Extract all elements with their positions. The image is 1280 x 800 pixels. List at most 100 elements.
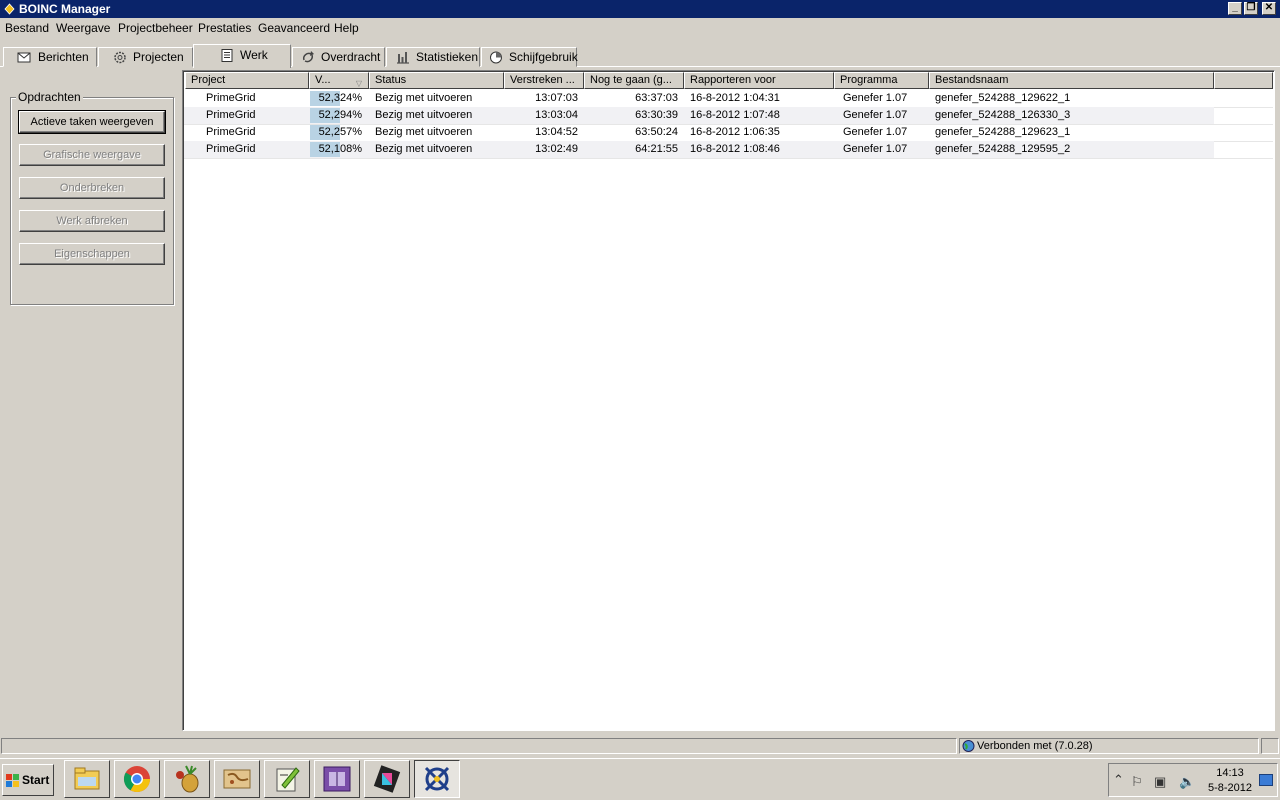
column-header-application[interactable]: Programma bbox=[834, 72, 929, 89]
taskbar-map-app[interactable] bbox=[214, 760, 260, 798]
close-icon: ✕ bbox=[1264, 2, 1274, 13]
column-header-project[interactable]: Project bbox=[185, 72, 309, 89]
column-header-name[interactable]: Bestandsnaam bbox=[929, 72, 1214, 89]
menu-bestand[interactable]: Bestand bbox=[5, 21, 49, 35]
envelope-icon bbox=[17, 52, 31, 63]
map-app-icon bbox=[223, 769, 251, 789]
menu-geavanceerd[interactable]: Geavanceerd bbox=[258, 21, 330, 35]
column-header-progress[interactable]: V... ▽ bbox=[309, 72, 369, 89]
tab-overdracht[interactable]: Overdracht bbox=[292, 47, 385, 67]
cell-status: Bezig met uitvoeren bbox=[375, 109, 473, 121]
tab-label: Projecten bbox=[133, 50, 184, 64]
row-gridline bbox=[184, 158, 1273, 159]
chevron-up-icon[interactable]: ⌃ bbox=[1113, 772, 1124, 788]
cell-status: Bezig met uitvoeren bbox=[375, 92, 473, 104]
cell-application: Genefer 1.07 bbox=[843, 92, 908, 104]
table-row[interactable]: PrimeGrid 52,257% Bezig met uitvoeren 13… bbox=[184, 124, 1214, 141]
network-icon[interactable]: ▣ bbox=[1154, 774, 1166, 790]
minimize-button[interactable]: _ bbox=[1228, 2, 1242, 15]
tab-schijfgebruik[interactable]: Schijfgebruik bbox=[481, 47, 578, 67]
connection-status-text: Verbonden met (7.0.28) bbox=[977, 740, 1093, 752]
explorer-icon bbox=[74, 767, 100, 790]
cpu-z-icon bbox=[323, 766, 351, 792]
notepad-plus-icon bbox=[276, 767, 300, 792]
tab-label: Werk bbox=[240, 48, 268, 62]
cell-application: Genefer 1.07 bbox=[843, 143, 908, 155]
cell-name: genefer_524288_126330_3 bbox=[935, 109, 1071, 121]
boinc-icon bbox=[424, 766, 450, 792]
chrome-icon bbox=[123, 766, 151, 793]
taskbar-color-app[interactable] bbox=[364, 760, 410, 798]
column-header-progress-label: V... bbox=[315, 74, 331, 86]
start-label: Start bbox=[22, 773, 50, 787]
menu-help[interactable]: Help bbox=[334, 21, 359, 35]
cell-project: PrimeGrid bbox=[206, 143, 256, 155]
menu-prestaties[interactable]: Prestaties bbox=[198, 21, 251, 35]
action-center-flag-icon[interactable]: ⚐ bbox=[1131, 774, 1143, 790]
menu-projectbeheer[interactable]: Projectbeheer bbox=[118, 21, 193, 35]
cell-elapsed: 13:03:04 bbox=[535, 109, 578, 121]
taskbar-boinc[interactable] bbox=[414, 760, 460, 798]
clock-time[interactable]: 14:13 bbox=[1212, 767, 1248, 779]
window-title: BOINC Manager bbox=[19, 2, 111, 16]
tasks-table[interactable]: Project V... ▽ Status Verstreken ... Nog… bbox=[182, 70, 1275, 731]
size-grip[interactable] bbox=[1261, 738, 1279, 754]
taskbar-cpu-z[interactable] bbox=[314, 760, 360, 798]
cell-remaining: 63:37:03 bbox=[635, 92, 678, 104]
taskbar-explorer[interactable] bbox=[64, 760, 110, 798]
tab-label: Overdracht bbox=[321, 50, 381, 64]
cell-progress: 52,324% bbox=[318, 92, 362, 104]
status-pane-connection: Verbonden met (7.0.28) bbox=[959, 738, 1259, 754]
cell-name: genefer_524288_129622_1 bbox=[935, 92, 1071, 104]
tab-projecten[interactable]: Projecten bbox=[98, 47, 193, 67]
cell-deadline: 16-8-2012 1:04:31 bbox=[690, 92, 780, 104]
volume-icon[interactable]: 🔈 bbox=[1179, 774, 1195, 790]
status-bar: Verbonden met (7.0.28) bbox=[0, 736, 1280, 756]
cell-elapsed: 13:02:49 bbox=[535, 143, 578, 155]
suspend-button[interactable]: Onderbreken bbox=[19, 177, 165, 199]
tab-statistieken[interactable]: Statistieken bbox=[386, 47, 480, 67]
taskbar-chrome[interactable] bbox=[114, 760, 160, 798]
fruit-app-icon bbox=[176, 765, 199, 793]
show-active-tasks-button[interactable]: Actieve taken weergeven bbox=[18, 110, 166, 134]
show-graphics-button[interactable]: Grafische weergave bbox=[19, 144, 165, 166]
start-button[interactable]: Start bbox=[2, 764, 54, 796]
cell-project: PrimeGrid bbox=[206, 126, 256, 138]
sort-descending-icon: ▽ bbox=[355, 79, 362, 88]
cell-status: Bezig met uitvoeren bbox=[375, 126, 473, 138]
bar-chart-icon bbox=[397, 52, 409, 64]
tab-werk[interactable]: Werk bbox=[193, 44, 291, 68]
properties-button[interactable]: Eigenschappen bbox=[19, 243, 165, 265]
column-header-deadline[interactable]: Rapporteren voor bbox=[684, 72, 834, 89]
column-header-remaining[interactable]: Nog te gaan (g... bbox=[584, 72, 684, 89]
restore-button[interactable]: ❐ bbox=[1244, 2, 1258, 15]
cell-name: genefer_524288_129595_2 bbox=[935, 143, 1071, 155]
abort-task-button[interactable]: Werk afbreken bbox=[19, 210, 165, 232]
cell-remaining: 63:30:39 bbox=[635, 109, 678, 121]
column-header-status[interactable]: Status bbox=[369, 72, 504, 89]
color-app-icon bbox=[373, 765, 401, 793]
column-header-elapsed[interactable]: Verstreken ... bbox=[504, 72, 584, 89]
clock-date[interactable]: 5-8-2012 bbox=[1207, 782, 1253, 794]
cell-status: Bezig met uitvoeren bbox=[375, 143, 473, 155]
minimize-icon: _ bbox=[1232, 2, 1238, 13]
table-row[interactable]: PrimeGrid 52,294% Bezig met uitvoeren 13… bbox=[184, 107, 1214, 124]
close-button[interactable]: ✕ bbox=[1262, 2, 1276, 15]
tab-label: Berichten bbox=[38, 50, 89, 64]
cell-progress: 52,108% bbox=[318, 143, 362, 155]
table-row[interactable]: PrimeGrid 52,324% Bezig met uitvoeren 13… bbox=[184, 90, 1214, 107]
cell-deadline: 16-8-2012 1:07:48 bbox=[690, 109, 780, 121]
boinc-app-icon bbox=[4, 3, 15, 15]
tab-berichten[interactable]: Berichten bbox=[3, 47, 97, 67]
taskbar-notepad-plus[interactable] bbox=[264, 760, 310, 798]
cell-name: genefer_524288_129623_1 bbox=[935, 126, 1071, 138]
taskbar-fruit-app[interactable] bbox=[164, 760, 210, 798]
menu-weergave[interactable]: Weergave bbox=[56, 21, 110, 35]
commands-group-title: Opdrachten bbox=[16, 90, 83, 104]
show-desktop-icon[interactable] bbox=[1259, 774, 1273, 786]
table-row[interactable]: PrimeGrid 52,108% Bezig met uitvoeren 13… bbox=[184, 141, 1214, 158]
disk-pie-icon bbox=[490, 51, 502, 64]
cell-elapsed: 13:07:03 bbox=[535, 92, 578, 104]
windows-logo-icon bbox=[6, 774, 19, 787]
cell-project: PrimeGrid bbox=[206, 92, 256, 104]
